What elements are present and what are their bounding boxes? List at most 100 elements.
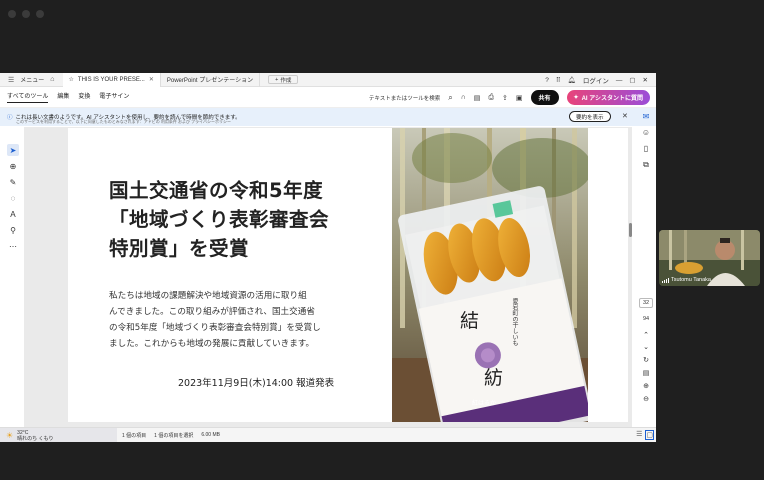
- ai-chat-icon[interactable]: ☺: [642, 128, 650, 137]
- search-icon[interactable]: ⌕: [448, 93, 452, 103]
- close-tab-icon[interactable]: ✕: [149, 76, 154, 83]
- select-tool-icon[interactable]: ➤: [7, 144, 19, 156]
- star-icon: ☆: [68, 77, 74, 83]
- window-controls[interactable]: [8, 10, 44, 18]
- calendar-icon[interactable]: ▤: [474, 94, 481, 102]
- toolbar-right: テキストまたはツールを検索 ⌕ ∩ ▤ ⎙ ⇪ ▣ 共有 ✦ AI アシスタント…: [369, 87, 650, 108]
- lasso-tool-icon[interactable]: ◌: [7, 192, 19, 204]
- title-right-controls: ? ⠿ 🔔︎ ログイン — ▢ ✕: [545, 73, 656, 87]
- tile-view-icon[interactable]: ▢: [645, 430, 654, 440]
- photo-brand: 紅はるか: [472, 400, 497, 407]
- banner-subtext: このサービスを利用することで、以下に同意したものとみなされます：アドビの 利用条…: [16, 119, 231, 124]
- vertical-scrollbar[interactable]: [629, 223, 632, 237]
- weather-text: 32°C 晴れのち くもり: [17, 430, 53, 442]
- taskbar: ☀ 32°C 晴れのち くもり 1 個の項目 1 個の項目を選択 6.00 MB…: [0, 427, 656, 442]
- comment-panel-icon[interactable]: ✉: [643, 112, 650, 121]
- participant-name-label: Tsutomu Tanaka: [662, 277, 711, 283]
- body-line-2: んできました。この取り組みが評価され、国土交通省: [109, 307, 315, 317]
- ai-button-label: AI アシスタントに質問: [581, 96, 643, 102]
- tab-convert[interactable]: 変換: [78, 91, 90, 103]
- headphones-icon[interactable]: ∩: [461, 94, 466, 101]
- home-icon[interactable]: ⌂: [47, 76, 57, 83]
- title-line-2: 「地域づくり表彰審査会: [109, 208, 330, 231]
- help-icon[interactable]: ?: [545, 77, 549, 84]
- photo-kanji-1: 結: [460, 310, 480, 332]
- participant-video-tile[interactable]: Tsutomu Tanaka: [659, 230, 760, 286]
- zoom-out-icon[interactable]: ⊖: [639, 395, 653, 403]
- bell-icon[interactable]: 🔔︎: [568, 76, 576, 84]
- ai-assistant-button[interactable]: ✦ AI アシスタントに質問: [566, 90, 650, 105]
- list-view-icon[interactable]: ☰: [636, 430, 642, 440]
- toolbar-tabs: すべてのツール 編集 変換 電子サイン: [0, 91, 129, 103]
- share-button[interactable]: 共有: [530, 90, 559, 105]
- ai-banner: ⓘ これは長い文書のようです。AI アシスタントを使用し、要約を読んで時間を節約…: [0, 108, 656, 126]
- total-pages: 94: [642, 316, 650, 322]
- bookmark-icon[interactable]: ▯: [644, 144, 648, 153]
- minimize-icon[interactable]: —: [616, 77, 623, 84]
- title-line-1: 国土交通省の令和5年度: [109, 179, 324, 202]
- participant-name: Tsutomu Tanaka: [671, 277, 711, 283]
- minimize-dot[interactable]: [22, 10, 30, 18]
- slide-title: 国土交通省の令和5年度 「地域づくり表彰審査会 特別賞」を受賞: [109, 176, 329, 263]
- summary-button[interactable]: 要約を表示: [569, 111, 611, 122]
- tab-document[interactable]: ☆ THIS IS YOUR PRESE... ✕: [62, 73, 161, 87]
- meeting-window: ☰ メニュー ⌂ ☆ THIS IS YOUR PRESE... ✕ Power…: [0, 0, 764, 480]
- window-close-icon[interactable]: ✕: [643, 76, 648, 84]
- title-line-3: 特別賞」を受賞: [109, 237, 250, 260]
- body-line-1: 私たちは地域の課題解決や地域資源の活用に取り組: [109, 291, 307, 301]
- photo-kanji-2: 紡: [484, 367, 504, 389]
- menu-label: メニュー: [20, 78, 45, 84]
- items-count: 1 個の項目: [122, 433, 147, 439]
- search-tools-link[interactable]: テキストまたはツールを検索: [369, 94, 440, 102]
- current-page[interactable]: 32: [639, 298, 653, 308]
- login-link[interactable]: ログイン: [583, 75, 609, 85]
- create-label: 作成: [280, 77, 292, 84]
- zoom-in-icon[interactable]: ⊕: [639, 382, 653, 390]
- page-up-icon[interactable]: ⌃: [639, 331, 653, 339]
- file-info-icon[interactable]: ▤: [639, 369, 653, 377]
- zoom-tool-icon[interactable]: ⊕: [7, 160, 19, 172]
- info-icon: ⓘ: [7, 115, 13, 121]
- weather-icon: ☀: [6, 431, 14, 440]
- maximize-icon[interactable]: ▢: [629, 76, 635, 84]
- refresh-icon[interactable]: ↻: [639, 356, 653, 364]
- print-icon[interactable]: ⎙: [488, 94, 494, 102]
- sparkle-icon: ✦: [573, 95, 579, 101]
- view-toggle: ☰ ▢: [636, 430, 654, 440]
- photo-vertical-label: 愛宕町の干しいも: [511, 298, 518, 346]
- slide-page: 国土交通省の令和5年度 「地域づくり表彰審査会 特別賞」を受賞 私たちは地域の課…: [68, 128, 628, 422]
- apps-icon[interactable]: ⠿: [556, 76, 561, 84]
- banner-close-icon[interactable]: ✕: [622, 112, 628, 120]
- body-line-3: の令和5年度「地域づくり表彰審査会特別賞」を受賞し: [109, 323, 321, 333]
- main-toolbar: すべてのツール 編集 変換 電子サイン テキストまたはツールを検索 ⌕ ∩ ▤ …: [0, 87, 656, 108]
- tab-powerpoint[interactable]: PowerPoint プレゼンテーション: [161, 73, 261, 87]
- right-tool-rail: ✉ ☺ ▯ ⧉: [638, 112, 654, 170]
- text-tool-icon[interactable]: Ａ: [7, 208, 19, 220]
- save-icon[interactable]: ▣: [516, 94, 523, 102]
- weather-widget[interactable]: ☀ 32°C 晴れのち くもり: [0, 428, 117, 442]
- more-tools-icon[interactable]: ⋯: [7, 240, 19, 252]
- tab-bar: ☰ メニュー ⌂ ☆ THIS IS YOUR PRESE... ✕ Power…: [0, 73, 656, 87]
- page-down-icon[interactable]: ⌄: [639, 343, 653, 351]
- left-tool-rail: ➤ ⊕ ✎ ◌ Ａ ⚲ ⋯: [5, 144, 21, 264]
- slide-date: 2023年11月9日(木)14:00 報道発表: [178, 378, 335, 389]
- pages-icon[interactable]: ⧉: [643, 160, 649, 170]
- body-line-4: ました。これからも地域の発展に貢献していきます。: [109, 339, 315, 349]
- page-indicator: 32 94 ⌃ ⌄ ↻ ▤ ⊕ ⊖: [639, 298, 653, 403]
- tab-esign[interactable]: 電子サイン: [99, 91, 129, 103]
- close-dot[interactable]: [8, 10, 16, 18]
- zoom-dot[interactable]: [36, 10, 44, 18]
- tab-edit[interactable]: 編集: [57, 91, 69, 103]
- explorer-status: 1 個の項目 1 個の項目を選択 6.00 MB: [122, 432, 220, 439]
- stamp-tool-icon[interactable]: ⚲: [7, 224, 19, 236]
- menu-button[interactable]: ☰ メニュー ⌂: [0, 75, 63, 84]
- signal-icon: [662, 277, 669, 283]
- file-size: 6.00 MB: [201, 432, 220, 438]
- upload-icon[interactable]: ⇪: [502, 94, 508, 102]
- plus-icon: +: [275, 76, 279, 83]
- tab-all-tools[interactable]: すべてのツール: [7, 91, 49, 103]
- create-tab-button[interactable]: + 作成: [268, 75, 299, 84]
- pen-tool-icon[interactable]: ✎: [7, 176, 19, 188]
- product-photo: 結 紡 愛宕町の干しいも 紅はるか: [392, 128, 588, 422]
- hamburger-icon: ☰: [8, 76, 15, 84]
